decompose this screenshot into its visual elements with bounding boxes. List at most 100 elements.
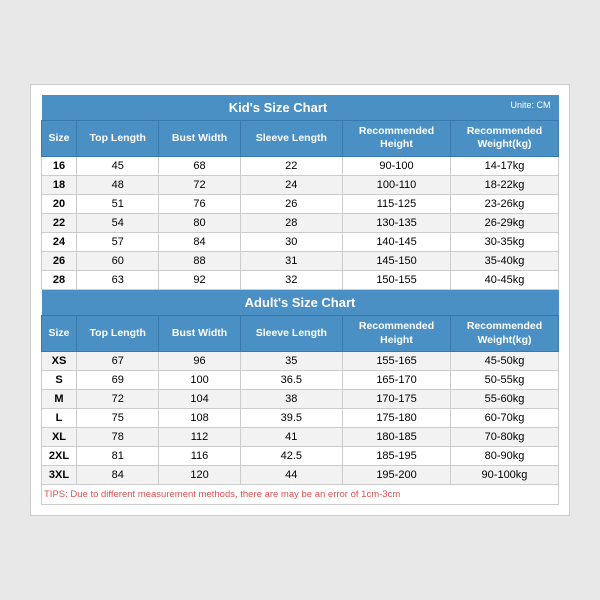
adults-bust-xs: 96: [159, 352, 240, 371]
adults-row-2xl: 2XL 81 116 42.5 185-195 80-90kg: [42, 447, 559, 466]
kids-height-18: 100-110: [343, 176, 451, 195]
adults-bust-xl: 112: [159, 428, 240, 447]
kids-height-22: 130-135: [343, 214, 451, 233]
kids-bust-20: 76: [159, 195, 240, 214]
adults-top-2xl: 81: [76, 447, 159, 466]
kids-unit: Unite: CM: [510, 100, 554, 110]
adults-weight-xl: 70-80kg: [450, 428, 558, 447]
kids-row-28: 28 63 92 32 150-155 40-45kg: [42, 271, 559, 290]
kids-weight-26: 35-40kg: [450, 252, 558, 271]
kids-top-22: 54: [76, 214, 159, 233]
kids-header-size: Size: [42, 120, 77, 156]
adults-height-2xl: 185-195: [343, 447, 451, 466]
adults-weight-3xl: 90-100kg: [450, 466, 558, 485]
adults-top-3xl: 84: [76, 466, 159, 485]
adults-sleeve-2xl: 42.5: [240, 447, 342, 466]
kids-bust-18: 72: [159, 176, 240, 195]
adults-size-2xl: 2XL: [42, 447, 77, 466]
kids-row-22: 22 54 80 28 130-135 26-29kg: [42, 214, 559, 233]
kids-top-18: 48: [76, 176, 159, 195]
adults-col-header: Size Top Length Bust Width Sleeve Length…: [42, 316, 559, 352]
adults-height-m: 170-175: [343, 390, 451, 409]
adults-row-xs: XS 67 96 35 155-165 45-50kg: [42, 352, 559, 371]
adults-weight-m: 55-60kg: [450, 390, 558, 409]
adults-sleeve-s: 36.5: [240, 371, 342, 390]
adults-height-3xl: 195-200: [343, 466, 451, 485]
kids-height-28: 150-155: [343, 271, 451, 290]
adults-weight-l: 60-70kg: [450, 409, 558, 428]
adults-bust-m: 104: [159, 390, 240, 409]
adults-header-bust-width: Bust Width: [159, 316, 240, 352]
kids-weight-16: 14-17kg: [450, 157, 558, 176]
kids-sleeve-16: 22: [240, 157, 342, 176]
adults-header-top-length: Top Length: [76, 316, 159, 352]
kids-height-24: 140-145: [343, 233, 451, 252]
adults-size-xl: XL: [42, 428, 77, 447]
adults-row-s: S 69 100 36.5 165-170 50-55kg: [42, 371, 559, 390]
kids-header-weight: RecommendedWeight(kg): [450, 120, 558, 156]
adults-header-height: RecommendedHeight: [343, 316, 451, 352]
kids-top-26: 60: [76, 252, 159, 271]
kids-header-height: RecommendedHeight: [343, 120, 451, 156]
kids-size-26: 26: [42, 252, 77, 271]
kids-weight-24: 30-35kg: [450, 233, 558, 252]
adults-sleeve-xs: 35: [240, 352, 342, 371]
adults-size-s: S: [42, 371, 77, 390]
adults-header-size: Size: [42, 316, 77, 352]
adults-row-m: M 72 104 38 170-175 55-60kg: [42, 390, 559, 409]
kids-weight-20: 23-26kg: [450, 195, 558, 214]
kids-top-28: 63: [76, 271, 159, 290]
kids-height-20: 115-125: [343, 195, 451, 214]
adults-height-l: 175-180: [343, 409, 451, 428]
adults-top-xl: 78: [76, 428, 159, 447]
kids-section-header: Kid's Size Chart Unite: CM: [42, 95, 559, 121]
kids-bust-16: 68: [159, 157, 240, 176]
kids-weight-22: 26-29kg: [450, 214, 558, 233]
adults-top-s: 69: [76, 371, 159, 390]
kids-top-24: 57: [76, 233, 159, 252]
tips-row: TIPS: Due to different measurement metho…: [42, 485, 559, 505]
adults-row-xl: XL 78 112 41 180-185 70-80kg: [42, 428, 559, 447]
adults-row-l: L 75 108 39.5 175-180 60-70kg: [42, 409, 559, 428]
adults-header-weight: RecommendedWeight(kg): [450, 316, 558, 352]
kids-header-sleeve-length: Sleeve Length: [240, 120, 342, 156]
adults-sleeve-m: 38: [240, 390, 342, 409]
kids-weight-18: 18-22kg: [450, 176, 558, 195]
adults-top-xs: 67: [76, 352, 159, 371]
kids-row-20: 20 51 76 26 115-125 23-26kg: [42, 195, 559, 214]
kids-top-16: 45: [76, 157, 159, 176]
adults-height-xl: 180-185: [343, 428, 451, 447]
kids-size-16: 16: [42, 157, 77, 176]
adults-top-m: 72: [76, 390, 159, 409]
kids-sleeve-18: 24: [240, 176, 342, 195]
adults-weight-2xl: 80-90kg: [450, 447, 558, 466]
kids-bust-22: 80: [159, 214, 240, 233]
kids-row-18: 18 48 72 24 100-110 18-22kg: [42, 176, 559, 195]
kids-sleeve-22: 28: [240, 214, 342, 233]
kids-size-28: 28: [42, 271, 77, 290]
adults-bust-2xl: 116: [159, 447, 240, 466]
kids-size-22: 22: [42, 214, 77, 233]
kids-header-bust-width: Bust Width: [159, 120, 240, 156]
adults-top-l: 75: [76, 409, 159, 428]
adults-bust-3xl: 120: [159, 466, 240, 485]
size-chart-container: Kid's Size Chart Unite: CM Size Top Leng…: [30, 84, 570, 517]
kids-bust-28: 92: [159, 271, 240, 290]
kids-height-16: 90-100: [343, 157, 451, 176]
adults-header-sleeve-length: Sleeve Length: [240, 316, 342, 352]
kids-row-24: 24 57 84 30 140-145 30-35kg: [42, 233, 559, 252]
adults-weight-xs: 45-50kg: [450, 352, 558, 371]
adults-bust-s: 100: [159, 371, 240, 390]
kids-bust-24: 84: [159, 233, 240, 252]
adults-height-s: 165-170: [343, 371, 451, 390]
adults-sleeve-l: 39.5: [240, 409, 342, 428]
adults-sleeve-3xl: 44: [240, 466, 342, 485]
kids-title: Kid's Size Chart: [229, 100, 327, 115]
adults-row-3xl: 3XL 84 120 44 195-200 90-100kg: [42, 466, 559, 485]
kids-row-26: 26 60 88 31 145-150 35-40kg: [42, 252, 559, 271]
adults-weight-s: 50-55kg: [450, 371, 558, 390]
kids-size-24: 24: [42, 233, 77, 252]
adults-section-header: Adult's Size Chart: [42, 290, 559, 316]
tips-text: TIPS: Due to different measurement metho…: [42, 485, 559, 505]
kids-sleeve-28: 32: [240, 271, 342, 290]
